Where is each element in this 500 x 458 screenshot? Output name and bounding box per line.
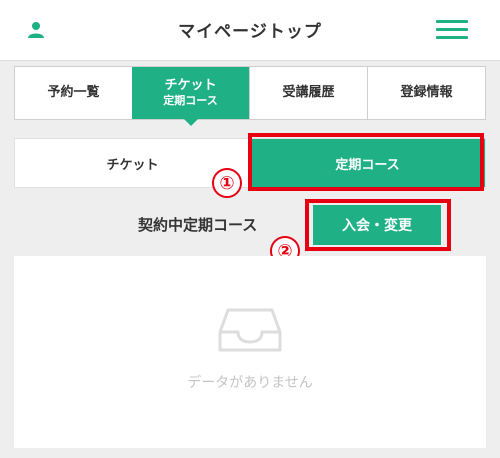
tab-ticket-course[interactable]: チケット 定期コース [132,67,249,126]
tab-label: チケット [164,77,217,93]
subtab-label: チケット [106,157,159,173]
tab-sublabel: 定期コース [163,94,218,108]
main-tabs: 予約一覧 チケット 定期コース 受講履歴 登録情報 [14,66,486,126]
contract-course-label: 契約中定期コース [138,216,258,234]
empty-message: データがありません [187,375,313,391]
page-frame: マイページトップ 予約一覧 チケット 定期コース 受講履歴 登録情報 チケット … [0,0,500,458]
tab-label: 予約一覧 [47,85,100,101]
tab-registration-info[interactable]: 登録情報 [367,67,485,119]
join-change-button[interactable]: 入会・変更 [313,205,441,245]
tab-history[interactable]: 受講履歴 [249,67,367,119]
tab-label: 受講履歴 [282,85,335,101]
inbox-icon [218,308,282,352]
subtab-regular-course[interactable]: 定期コース [250,139,485,187]
page-title: マイページトップ [178,22,322,42]
tab-reservations[interactable]: 予約一覧 [15,67,132,119]
sub-tabs: チケット 定期コース [14,138,486,188]
app-header: マイページトップ [0,0,500,61]
annotation-marker-1: ① [212,168,242,198]
tab-label: 登録情報 [400,85,453,101]
empty-state-panel: データがありません [14,256,486,448]
hamburger-menu-icon[interactable] [436,20,468,40]
subtab-label: 定期コース [335,157,400,173]
